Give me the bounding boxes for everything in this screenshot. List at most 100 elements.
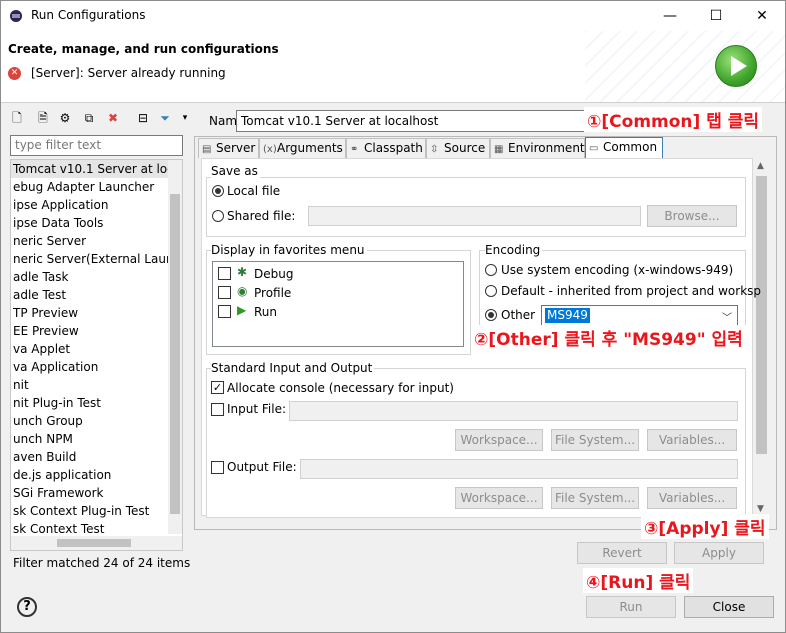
output-filesystem-button[interactable]: File System...: [551, 487, 639, 509]
dialog-header: Create, manage, and run configurations ✕…: [1, 31, 785, 103]
chevron-down-icon[interactable]: ﹀: [722, 309, 732, 324]
tree-item[interactable]: sk Context Plug-in Test: [11, 502, 182, 520]
output-file-label: Output File:: [227, 460, 297, 474]
tree-item[interactable]: neric Server: [11, 232, 182, 250]
tree-vertical-scrollbar[interactable]: [168, 160, 182, 534]
run-icon: ▶: [237, 303, 247, 317]
system-encoding-label: Use system encoding (x-windows-949): [501, 263, 734, 277]
duplicate-icon[interactable]: ⧉: [81, 110, 97, 126]
arguments-icon: (x): [263, 144, 277, 155]
run-button[interactable]: Run: [586, 596, 676, 618]
input-file-label: Input File:: [227, 402, 287, 416]
filter-status: Filter matched 24 of 24 items: [13, 556, 191, 570]
local-file-label: Local file: [227, 184, 281, 198]
revert-button[interactable]: Revert: [577, 542, 667, 564]
environment-icon: ▦: [494, 144, 504, 155]
tab-environment[interactable]: ▦ Environment: [490, 138, 585, 158]
browse-button[interactable]: Browse...: [647, 205, 737, 227]
maximize-button[interactable]: ☐: [693, 1, 739, 31]
view-menu-icon[interactable]: ▾: [177, 110, 193, 126]
allocate-console-label: Allocate console (necessary for input): [227, 381, 454, 395]
run-label: Run: [254, 305, 278, 319]
input-workspace-button[interactable]: Workspace...: [455, 429, 543, 451]
new-prototype-icon[interactable]: 🗎: [35, 110, 51, 126]
favorites-title: Display in favorites menu: [211, 243, 367, 257]
annotation-step-2: ②[Other] 클릭 후 "MS949" 입력: [471, 325, 746, 350]
tree-item[interactable]: EE Preview: [11, 322, 182, 340]
filter-icon[interactable]: ⏷: [157, 110, 173, 126]
minimize-button[interactable]: —: [647, 1, 693, 31]
title-bar: Run Configurations — ☐ ✕: [1, 1, 785, 31]
tree-item[interactable]: neric Server(External Launch: [11, 250, 182, 268]
tree-item[interactable]: va Applet: [11, 340, 182, 358]
run-configurations-window: Run Configurations — ☐ ✕ Create, manage,…: [0, 0, 786, 633]
close-window-button[interactable]: ✕: [739, 1, 785, 31]
scroll-down-icon[interactable]: ▼: [757, 504, 764, 514]
run-checkbox[interactable]: [218, 305, 231, 318]
tab-common[interactable]: ▭ Common: [585, 137, 663, 158]
output-variables-button[interactable]: Variables...: [647, 487, 737, 509]
delete-icon[interactable]: ✖: [105, 110, 121, 126]
input-variables-button[interactable]: Variables...: [647, 429, 737, 451]
encoding-combo[interactable]: MS949 ﹀: [541, 305, 738, 326]
tree-item[interactable]: va Application: [11, 358, 182, 376]
eclipse-app-icon: [10, 10, 22, 22]
tab-server[interactable]: ▤ Server: [198, 138, 259, 158]
tree-item[interactable]: aven Build: [11, 448, 182, 466]
help-icon[interactable]: ?: [17, 597, 37, 617]
error-message: [Server]: Server already running: [31, 66, 226, 80]
tree-item[interactable]: ebug Adapter Launcher: [11, 178, 182, 196]
tab-classpath[interactable]: ⚭ Classpath: [346, 138, 426, 158]
input-file-checkbox[interactable]: [211, 403, 224, 416]
debug-icon: ✱: [237, 265, 248, 279]
tree-item[interactable]: ipse Data Tools: [11, 214, 182, 232]
config-toolbar: 🗋 🗎 ⚙ ⧉ ✖ ⊟ ⏷ ▾: [7, 107, 189, 129]
input-file-field: [289, 401, 738, 421]
default-encoding-label: Default - inherited from project and wor…: [501, 284, 762, 298]
tree-item[interactable]: nit: [11, 376, 182, 394]
annotation-step-3: ③[Apply] 클릭: [641, 514, 769, 539]
debug-checkbox[interactable]: [218, 267, 231, 280]
tree-item[interactable]: Tomcat v10.1 Server at loca: [11, 160, 182, 178]
config-tree[interactable]: Tomcat v10.1 Server at loca ebug Adapter …: [10, 159, 183, 551]
new-config-icon[interactable]: 🗋: [9, 110, 25, 126]
close-button[interactable]: Close: [684, 596, 774, 618]
tab-source[interactable]: ⇳ Source: [426, 138, 490, 158]
tree-item[interactable]: adle Task: [11, 268, 182, 286]
filter-input[interactable]: type filter text: [10, 135, 183, 156]
other-encoding-label: Other: [501, 308, 536, 322]
profile-label: Profile: [254, 286, 292, 300]
tree-item[interactable]: SGi Framework: [11, 484, 182, 502]
profile-checkbox[interactable]: [218, 286, 231, 299]
tree-item[interactable]: de.js application: [11, 466, 182, 484]
common-icon: ▭: [589, 143, 599, 154]
content-scrollbar[interactable]: ▲ ▼: [753, 158, 770, 516]
error-icon: ✕: [8, 67, 21, 80]
tree-item[interactable]: TP Preview: [11, 304, 182, 322]
tree-item[interactable]: nit Plug-in Test: [11, 394, 182, 412]
annotation-step-4: ④[Run] 클릭: [583, 568, 694, 593]
scroll-up-icon[interactable]: ▲: [757, 161, 764, 171]
tree-item[interactable]: adle Test: [11, 286, 182, 304]
tree-item[interactable]: unch NPM: [11, 430, 182, 448]
default-encoding-radio[interactable]: [485, 285, 497, 297]
classpath-icon: ⚭: [350, 144, 359, 155]
tree-item[interactable]: ipse Application: [11, 196, 182, 214]
local-file-radio[interactable]: [212, 185, 224, 197]
output-file-checkbox[interactable]: [211, 461, 224, 474]
tree-item[interactable]: unch Group: [11, 412, 182, 430]
collapse-all-icon[interactable]: ⊟: [135, 110, 151, 126]
allocate-console-checkbox[interactable]: ✓: [211, 381, 224, 394]
name-input[interactable]: Tomcat v10.1 Server at localhost: [236, 110, 586, 132]
tree-horizontal-scrollbar[interactable]: [11, 536, 182, 550]
tab-arguments[interactable]: (x)Arguments: [259, 138, 346, 158]
shared-file-field: [308, 206, 641, 226]
run-banner-icon: [715, 45, 757, 87]
apply-button[interactable]: Apply: [674, 542, 764, 564]
output-workspace-button[interactable]: Workspace...: [455, 487, 543, 509]
system-encoding-radio[interactable]: [485, 264, 497, 276]
other-encoding-radio[interactable]: [485, 309, 497, 321]
input-filesystem-button[interactable]: File System...: [551, 429, 639, 451]
shared-file-radio[interactable]: [212, 210, 224, 222]
export-icon[interactable]: ⚙: [57, 110, 73, 126]
